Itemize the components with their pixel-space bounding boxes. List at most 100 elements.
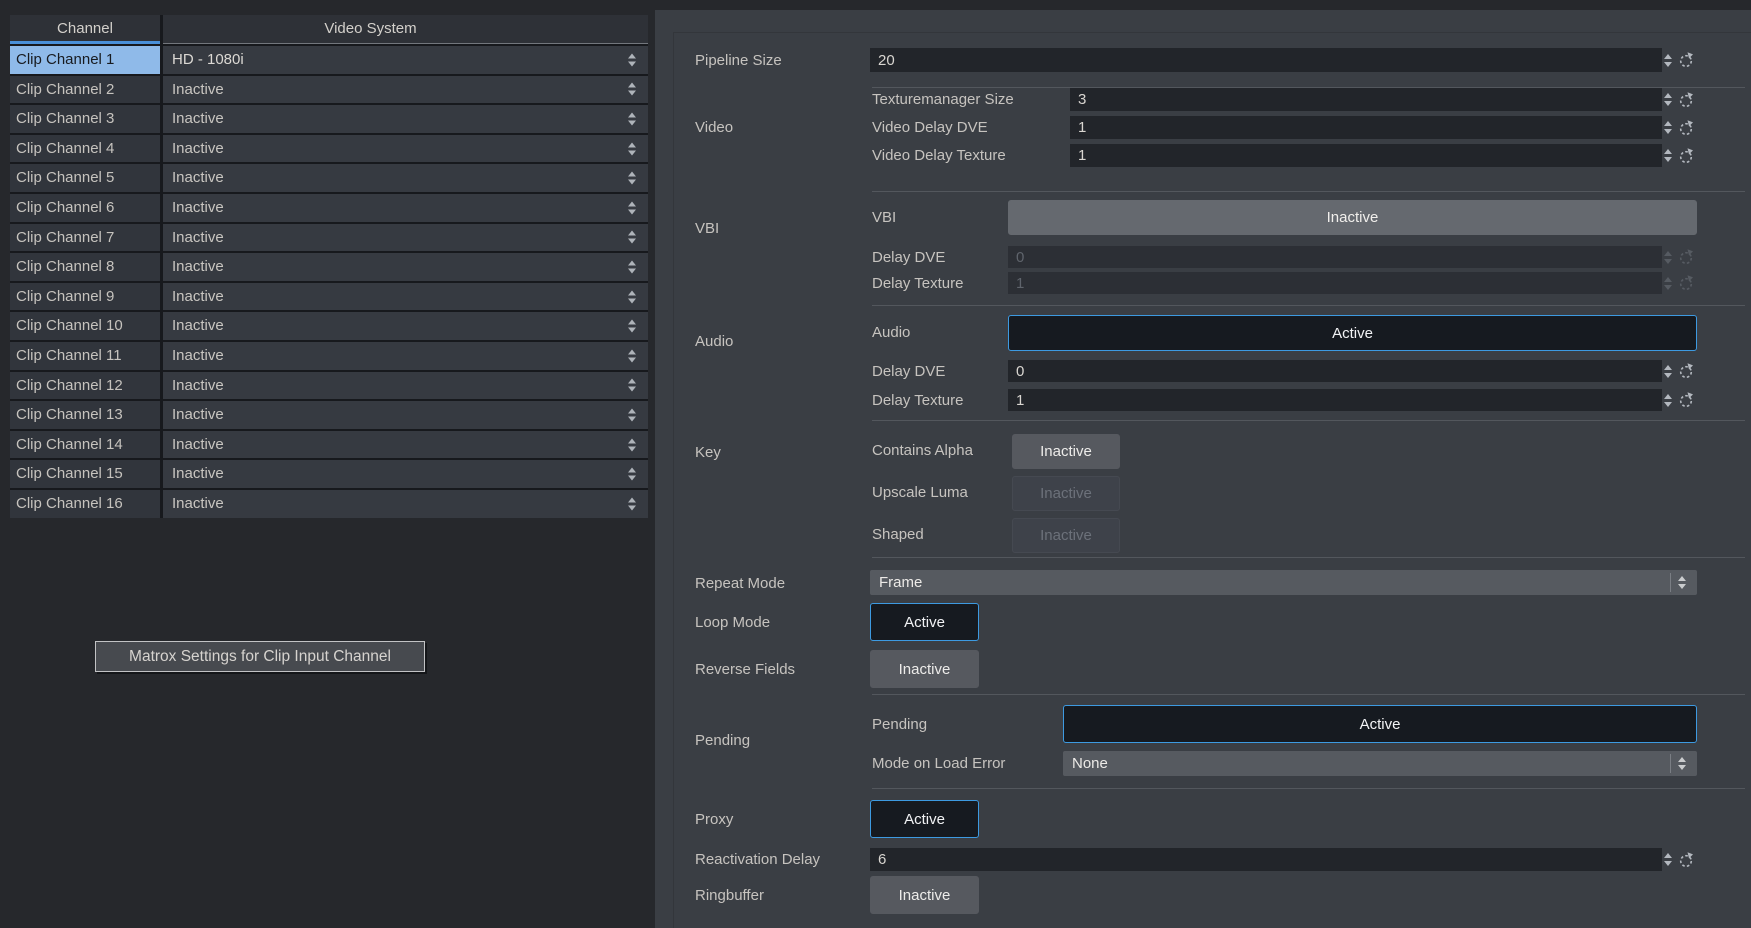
video-group-label: Video	[695, 119, 733, 136]
video-system-value: Inactive	[172, 436, 224, 453]
texturemanager-size-input[interactable]	[1070, 88, 1662, 111]
table-row: Clip Channel 16 Inactive	[10, 490, 648, 518]
channel-cell[interactable]: Clip Channel 6	[10, 194, 160, 222]
channel-cell[interactable]: Clip Channel 1	[10, 46, 160, 74]
reset-icon[interactable]	[1678, 275, 1694, 291]
video-system-dropdown[interactable]: Inactive	[163, 253, 648, 281]
video-system-dropdown[interactable]: Inactive	[163, 164, 648, 192]
table-row: Clip Channel 13 Inactive	[10, 401, 648, 429]
reset-icon[interactable]	[1678, 392, 1694, 408]
contains-alpha-toggle-button[interactable]: Inactive	[1012, 434, 1120, 469]
video-system-dropdown[interactable]: Inactive	[163, 76, 648, 104]
video-system-dropdown[interactable]: Inactive	[163, 342, 648, 370]
channel-cell[interactable]: Clip Channel 9	[10, 283, 160, 311]
table-row: Clip Channel 12 Inactive	[10, 372, 648, 400]
channel-cell[interactable]: Clip Channel 7	[10, 224, 160, 252]
channel-cell[interactable]: Clip Channel 14	[10, 431, 160, 459]
video-system-dropdown[interactable]: Inactive	[163, 105, 648, 133]
reset-icon[interactable]	[1678, 92, 1694, 108]
texturemanager-size-controls	[1664, 88, 1694, 111]
audio-toggle-label: Audio	[872, 324, 910, 341]
upscale-luma-toggle-button[interactable]: Inactive	[1012, 476, 1120, 511]
channel-cell[interactable]: Clip Channel 16	[10, 490, 160, 518]
audio-toggle-button[interactable]: Active	[1008, 315, 1697, 351]
stepper-icon[interactable]	[1664, 121, 1672, 134]
reset-icon[interactable]	[1678, 148, 1694, 164]
channel-cell[interactable]: Clip Channel 8	[10, 253, 160, 281]
shaped-toggle-button[interactable]: Inactive	[1012, 518, 1120, 553]
video-system-dropdown[interactable]: Inactive	[163, 224, 648, 252]
video-system-dropdown[interactable]: Inactive	[163, 401, 648, 429]
audio-delay-dve-input[interactable]	[1008, 360, 1662, 382]
video-system-value: Inactive	[172, 258, 224, 275]
video-system-dropdown[interactable]: Inactive	[163, 490, 648, 518]
channel-panel: Channel Video System Clip Channel 1 HD -…	[0, 0, 655, 928]
dropdown-spinner-icon	[628, 320, 636, 333]
table-row: Clip Channel 8 Inactive	[10, 253, 648, 281]
reactivation-delay-input[interactable]	[870, 848, 1662, 871]
channel-cell[interactable]: Clip Channel 3	[10, 105, 160, 133]
panel-inner-border	[673, 32, 1751, 33]
reset-icon[interactable]	[1678, 363, 1694, 379]
reset-icon[interactable]	[1678, 852, 1694, 868]
dropdown-spinner-icon	[628, 142, 636, 155]
reset-icon[interactable]	[1678, 52, 1694, 68]
channel-cell[interactable]: Clip Channel 11	[10, 342, 160, 370]
vbi-delay-dve-input[interactable]	[1008, 246, 1662, 268]
video-system-dropdown[interactable]: Inactive	[163, 135, 648, 163]
video-system-dropdown[interactable]: Inactive	[163, 312, 648, 340]
vbi-delay-texture-input[interactable]	[1008, 272, 1662, 294]
stepper-icon[interactable]	[1664, 394, 1672, 407]
channel-cell[interactable]: Clip Channel 15	[10, 460, 160, 488]
dropdown-spinner-icon	[628, 468, 636, 481]
table-row: Clip Channel 5 Inactive	[10, 164, 648, 192]
channel-cell[interactable]: Clip Channel 10	[10, 312, 160, 340]
repeat-mode-value: Frame	[879, 574, 922, 591]
channel-cell[interactable]: Clip Channel 13	[10, 401, 160, 429]
panel-inner-border	[673, 32, 674, 928]
video-system-dropdown[interactable]: Inactive	[163, 460, 648, 488]
channel-cell[interactable]: Clip Channel 12	[10, 372, 160, 400]
dropdown-spinner-icon	[628, 113, 636, 126]
column-header-video-system[interactable]: Video System	[163, 15, 648, 44]
column-header-channel[interactable]: Channel	[10, 15, 160, 44]
video-delay-texture-input[interactable]	[1070, 144, 1662, 167]
repeat-mode-label: Repeat Mode	[695, 575, 785, 592]
video-system-dropdown[interactable]: HD - 1080i	[163, 46, 648, 74]
mode-on-load-error-dropdown[interactable]: None	[1063, 751, 1697, 776]
pipeline-size-input[interactable]	[870, 48, 1662, 72]
dropdown-spinner-icon	[628, 349, 636, 362]
channel-table: Channel Video System Clip Channel 1 HD -…	[10, 15, 648, 518]
video-system-dropdown[interactable]: Inactive	[163, 194, 648, 222]
video-system-value: Inactive	[172, 229, 224, 246]
audio-delay-texture-input[interactable]	[1008, 389, 1662, 411]
reverse-fields-toggle-button[interactable]: Inactive	[870, 650, 979, 688]
vbi-toggle-button[interactable]: Inactive	[1008, 200, 1697, 235]
stepper-icon[interactable]	[1664, 251, 1672, 264]
video-delay-dve-input[interactable]	[1070, 116, 1662, 139]
reset-icon[interactable]	[1678, 120, 1694, 136]
repeat-mode-dropdown[interactable]: Frame	[870, 570, 1697, 595]
stepper-icon[interactable]	[1664, 149, 1672, 162]
matrox-settings-button[interactable]: Matrox Settings for Clip Input Channel	[95, 641, 425, 672]
group-divider	[872, 694, 1745, 695]
stepper-icon[interactable]	[1664, 54, 1672, 67]
pending-toggle-label: Pending	[872, 716, 927, 733]
stepper-icon[interactable]	[1664, 93, 1672, 106]
stepper-icon[interactable]	[1664, 365, 1672, 378]
stepper-icon[interactable]	[1664, 853, 1672, 866]
proxy-toggle-button[interactable]: Active	[870, 800, 979, 838]
video-system-dropdown[interactable]: Inactive	[163, 431, 648, 459]
channel-cell[interactable]: Clip Channel 4	[10, 135, 160, 163]
ringbuffer-toggle-button[interactable]: Inactive	[870, 876, 979, 914]
audio-delay-texture-label: Delay Texture	[872, 392, 963, 409]
pending-toggle-button[interactable]: Active	[1063, 705, 1697, 743]
vbi-delay-texture-controls	[1664, 272, 1694, 294]
channel-cell[interactable]: Clip Channel 5	[10, 164, 160, 192]
channel-cell[interactable]: Clip Channel 2	[10, 76, 160, 104]
stepper-icon[interactable]	[1664, 277, 1672, 290]
video-system-dropdown[interactable]: Inactive	[163, 283, 648, 311]
video-system-dropdown[interactable]: Inactive	[163, 372, 648, 400]
reset-icon[interactable]	[1678, 249, 1694, 265]
loop-mode-toggle-button[interactable]: Active	[870, 603, 979, 641]
